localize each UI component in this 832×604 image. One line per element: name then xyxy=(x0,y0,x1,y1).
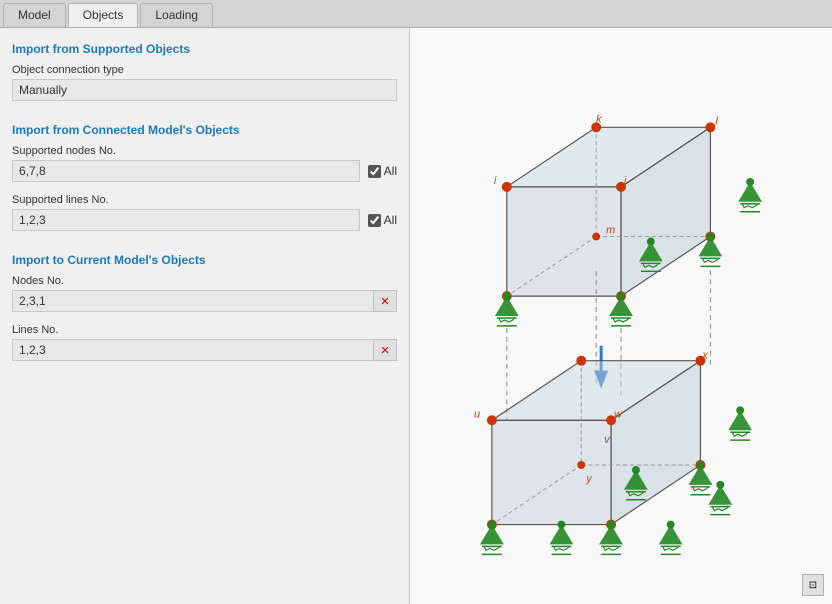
right-panel: i j k l m xyxy=(410,28,832,604)
tab-model[interactable]: Model xyxy=(3,3,66,27)
main-container: Model Objects Loading Import from Suppor… xyxy=(0,0,832,604)
left-panel: Import from Supported Objects Object con… xyxy=(0,28,410,604)
all-lines-label: All xyxy=(384,213,397,227)
all-nodes-label: All xyxy=(384,164,397,178)
svg-text:k: k xyxy=(596,113,602,125)
tab-bar: Model Objects Loading xyxy=(0,0,832,28)
content-area: Import from Supported Objects Object con… xyxy=(0,28,832,604)
section3-title: Import to Current Model's Objects xyxy=(12,253,397,267)
lines-no-row: ✕ xyxy=(12,339,397,361)
lines-no-label: Lines No. xyxy=(12,324,397,336)
fit-view-button[interactable]: ⊡ xyxy=(802,574,824,596)
tab-loading[interactable]: Loading xyxy=(140,3,213,27)
lines-clear-icon: ✕ xyxy=(380,344,389,357)
supported-nodes-group: Supported nodes No. All xyxy=(12,145,397,182)
nodes-no-label: Nodes No. xyxy=(12,275,397,287)
all-nodes-checkbox[interactable] xyxy=(368,165,381,178)
all-lines-checkbox-label[interactable]: All xyxy=(368,213,397,227)
nodes-no-group: Nodes No. ✕ xyxy=(12,275,397,312)
svg-text:l: l xyxy=(715,115,718,127)
supported-lines-input[interactable] xyxy=(12,209,360,231)
svg-text:u: u xyxy=(474,408,480,420)
supported-lines-group: Supported lines No. All xyxy=(12,194,397,231)
nodes-clear-button[interactable]: ✕ xyxy=(373,290,397,312)
object-connection-input[interactable] xyxy=(12,79,397,101)
supported-lines-row: All xyxy=(12,209,397,231)
structural-diagram: i j k l m xyxy=(410,28,832,604)
all-nodes-checkbox-label[interactable]: All xyxy=(368,164,397,178)
svg-text:v: v xyxy=(604,434,610,446)
tab-objects[interactable]: Objects xyxy=(68,3,139,27)
svg-text:x: x xyxy=(701,350,708,362)
nodes-no-row: ✕ xyxy=(12,290,397,312)
svg-text:y: y xyxy=(585,473,592,485)
object-connection-group: Object connection type xyxy=(12,64,397,101)
3d-viewport[interactable]: i j k l m xyxy=(410,28,832,604)
supported-lines-label: Supported lines No. xyxy=(12,194,397,206)
svg-text:m: m xyxy=(606,225,615,237)
supported-nodes-row: All xyxy=(12,160,397,182)
lines-no-group: Lines No. ✕ xyxy=(12,324,397,361)
section2-title: Import from Connected Model's Objects xyxy=(12,123,397,137)
nodes-no-input[interactable] xyxy=(12,290,373,312)
object-connection-label: Object connection type xyxy=(12,64,397,76)
all-lines-checkbox[interactable] xyxy=(368,214,381,227)
section1-title: Import from Supported Objects xyxy=(12,42,397,56)
supported-nodes-input[interactable] xyxy=(12,160,360,182)
lines-no-input[interactable] xyxy=(12,339,373,361)
fit-view-icon: ⊡ xyxy=(809,580,817,591)
svg-text:i: i xyxy=(494,175,497,187)
lines-clear-button[interactable]: ✕ xyxy=(373,339,397,361)
viewport-controls: ⊡ xyxy=(802,574,824,596)
supported-nodes-label: Supported nodes No. xyxy=(12,145,397,157)
svg-text:w: w xyxy=(614,408,623,420)
nodes-clear-icon: ✕ xyxy=(380,295,389,308)
